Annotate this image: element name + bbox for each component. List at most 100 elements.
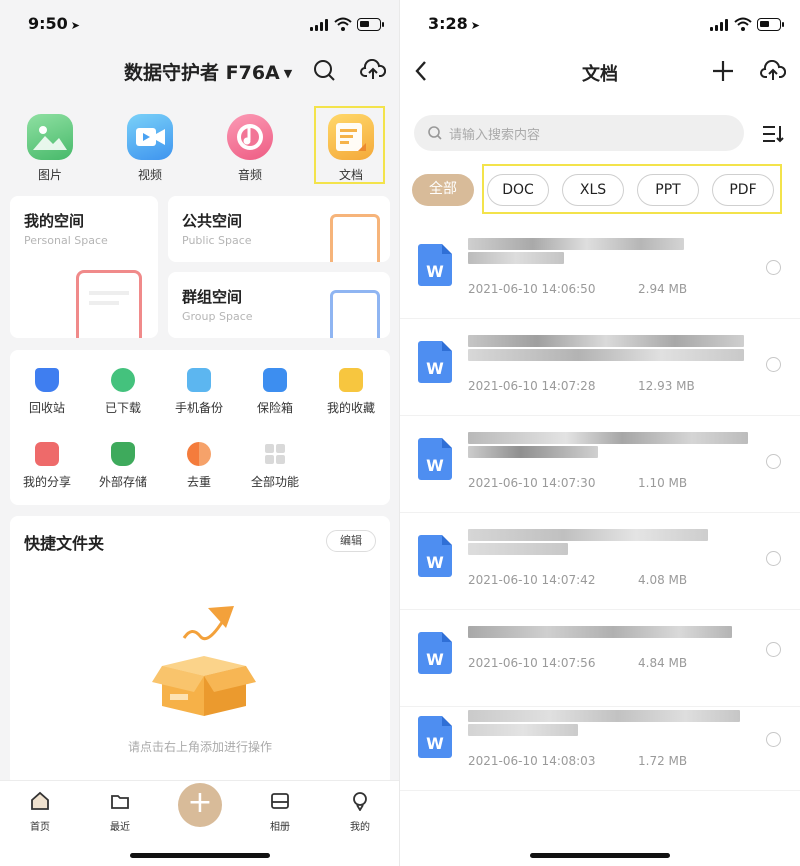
file-name-redacted xyxy=(468,349,744,361)
tool-all-functions[interactable]: 全部功能 xyxy=(240,442,310,490)
list-item[interactable]: W 2021-06-10 14:07:56 4.84 MB xyxy=(400,610,800,707)
all-functions-icon xyxy=(263,442,287,466)
file-name-redacted xyxy=(468,432,748,444)
tool-dedupe[interactable]: 去重 xyxy=(164,442,234,490)
signal-icon xyxy=(710,19,728,31)
album-icon xyxy=(271,793,289,809)
word-file-icon: W xyxy=(418,632,452,674)
word-file-icon: W xyxy=(418,438,452,480)
select-radio[interactable] xyxy=(766,732,781,747)
file-name-redacted xyxy=(468,626,732,638)
documents-screen: 3:28 ➤ 文档 请输入搜索内容 全部 DOC XLS PPT PDF W 20… xyxy=(400,0,800,866)
favorites-icon xyxy=(339,368,363,392)
device-selector[interactable]: 数据守护者 F76A ▼ xyxy=(124,58,292,85)
category-audio[interactable]: 音频 xyxy=(215,114,285,183)
select-radio[interactable] xyxy=(766,260,781,275)
tab-home[interactable]: 首页 xyxy=(15,791,65,833)
list-item[interactable]: W 2021-06-10 14:07:28 12.93 MB xyxy=(400,319,800,416)
tool-share[interactable]: 我的分享 xyxy=(12,442,82,490)
list-item[interactable]: W 2021-06-10 14:07:30 1.10 MB xyxy=(400,416,800,513)
external-storage-icon xyxy=(111,442,135,466)
recent-icon xyxy=(111,795,129,809)
word-file-icon: W xyxy=(418,341,452,383)
file-name-redacted xyxy=(468,446,598,458)
edit-button[interactable]: 编辑 xyxy=(326,530,376,552)
battery-icon xyxy=(757,18,784,31)
filters-highlight-box xyxy=(482,164,782,214)
cloud-upload-icon[interactable] xyxy=(760,60,786,82)
list-item[interactable]: W 2021-06-10 14:07:42 4.08 MB xyxy=(400,513,800,610)
file-name-redacted xyxy=(468,238,684,250)
word-file-icon: W xyxy=(418,535,452,577)
search-icon[interactable] xyxy=(313,59,335,81)
file-name-redacted xyxy=(468,529,708,541)
wifi-icon xyxy=(334,17,352,31)
tab-bar: 首页 最近 + 相册 我的 xyxy=(0,780,400,866)
wifi-icon xyxy=(734,17,752,31)
home-indicator xyxy=(530,853,670,858)
empty-hint: 请点击右上角添加进行操作 xyxy=(127,740,272,754)
tool-external-storage[interactable]: 外部存储 xyxy=(88,442,158,490)
list-item[interactable]: W 2021-06-10 14:08:03 1.72 MB xyxy=(400,694,800,791)
category-images[interactable]: 图片 xyxy=(15,114,85,183)
word-file-icon: W xyxy=(418,716,452,758)
search-icon xyxy=(428,126,442,140)
file-name-redacted xyxy=(468,710,740,722)
folder-illustration-icon xyxy=(76,270,142,338)
share-icon xyxy=(35,442,59,466)
folder-illustration-icon xyxy=(330,214,380,262)
status-bar: 9:50 ➤ xyxy=(0,14,400,38)
caret-down-icon: ▼ xyxy=(283,67,293,80)
phone-backup-icon xyxy=(187,368,211,392)
tool-phone-backup[interactable]: 手机备份 xyxy=(164,368,234,416)
safe-icon xyxy=(263,368,287,392)
search-input[interactable]: 请输入搜索内容 xyxy=(414,115,744,151)
tools-panel: 回收站 已下载 手机备份 保险箱 我的收藏 我的分享 外部存储 去重 全部功能 xyxy=(10,350,390,505)
file-name-redacted xyxy=(468,724,578,736)
home-indicator xyxy=(130,853,270,858)
public-space-card[interactable]: 公共空间 Public Space xyxy=(168,196,390,262)
status-bar: 3:28 ➤ xyxy=(400,14,800,38)
empty-box-icon xyxy=(152,606,256,716)
select-radio[interactable] xyxy=(766,551,781,566)
tool-downloaded[interactable]: 已下载 xyxy=(88,368,158,416)
group-space-card[interactable]: 群组空间 Group Space xyxy=(168,272,390,338)
downloaded-icon xyxy=(111,368,135,392)
category-videos[interactable]: 视频 xyxy=(115,114,185,183)
add-button[interactable]: + xyxy=(178,783,222,827)
status-time: 9:50 ➤ xyxy=(28,14,81,33)
tool-recycle-bin[interactable]: 回收站 xyxy=(12,368,82,416)
profile-icon xyxy=(353,792,367,812)
select-radio[interactable] xyxy=(766,642,781,657)
folder-illustration-icon xyxy=(330,290,380,338)
tab-album[interactable]: 相册 xyxy=(255,791,305,833)
sort-icon[interactable] xyxy=(762,124,784,144)
filter-all[interactable]: 全部 xyxy=(412,174,474,206)
file-name-redacted xyxy=(468,252,564,264)
signal-icon xyxy=(310,19,328,31)
recycle-bin-icon xyxy=(35,368,59,392)
image-icon xyxy=(27,114,73,160)
home-screen: 9:50 ➤ 数据守护者 F76A ▼ 图片 视频 音频 文档 我的空间 Perso… xyxy=(0,0,400,866)
documents-highlight-box xyxy=(314,106,385,184)
file-name-redacted xyxy=(468,543,568,555)
quick-folder-panel: 快捷文件夹 编辑 请点击右上角添加进行操作 xyxy=(10,516,390,786)
battery-icon xyxy=(357,18,384,31)
video-icon xyxy=(127,114,173,160)
music-icon xyxy=(227,114,273,160)
cloud-upload-icon[interactable] xyxy=(360,59,386,81)
tool-favorites[interactable]: 我的收藏 xyxy=(316,368,386,416)
personal-space-card[interactable]: 我的空间 Personal Space xyxy=(10,196,158,338)
status-time: 3:28 ➤ xyxy=(428,14,481,33)
tab-profile[interactable]: 我的 xyxy=(335,791,385,833)
select-radio[interactable] xyxy=(766,357,781,372)
dedupe-icon xyxy=(187,442,211,466)
word-file-icon: W xyxy=(418,244,452,286)
tool-safe[interactable]: 保险箱 xyxy=(240,368,310,416)
list-item[interactable]: W 2021-06-10 14:06:50 2.94 MB xyxy=(400,222,800,319)
file-name-redacted xyxy=(468,335,744,347)
tab-recent[interactable]: 最近 xyxy=(95,791,145,833)
home-icon xyxy=(31,791,49,810)
add-icon[interactable] xyxy=(712,60,734,82)
select-radio[interactable] xyxy=(766,454,781,469)
